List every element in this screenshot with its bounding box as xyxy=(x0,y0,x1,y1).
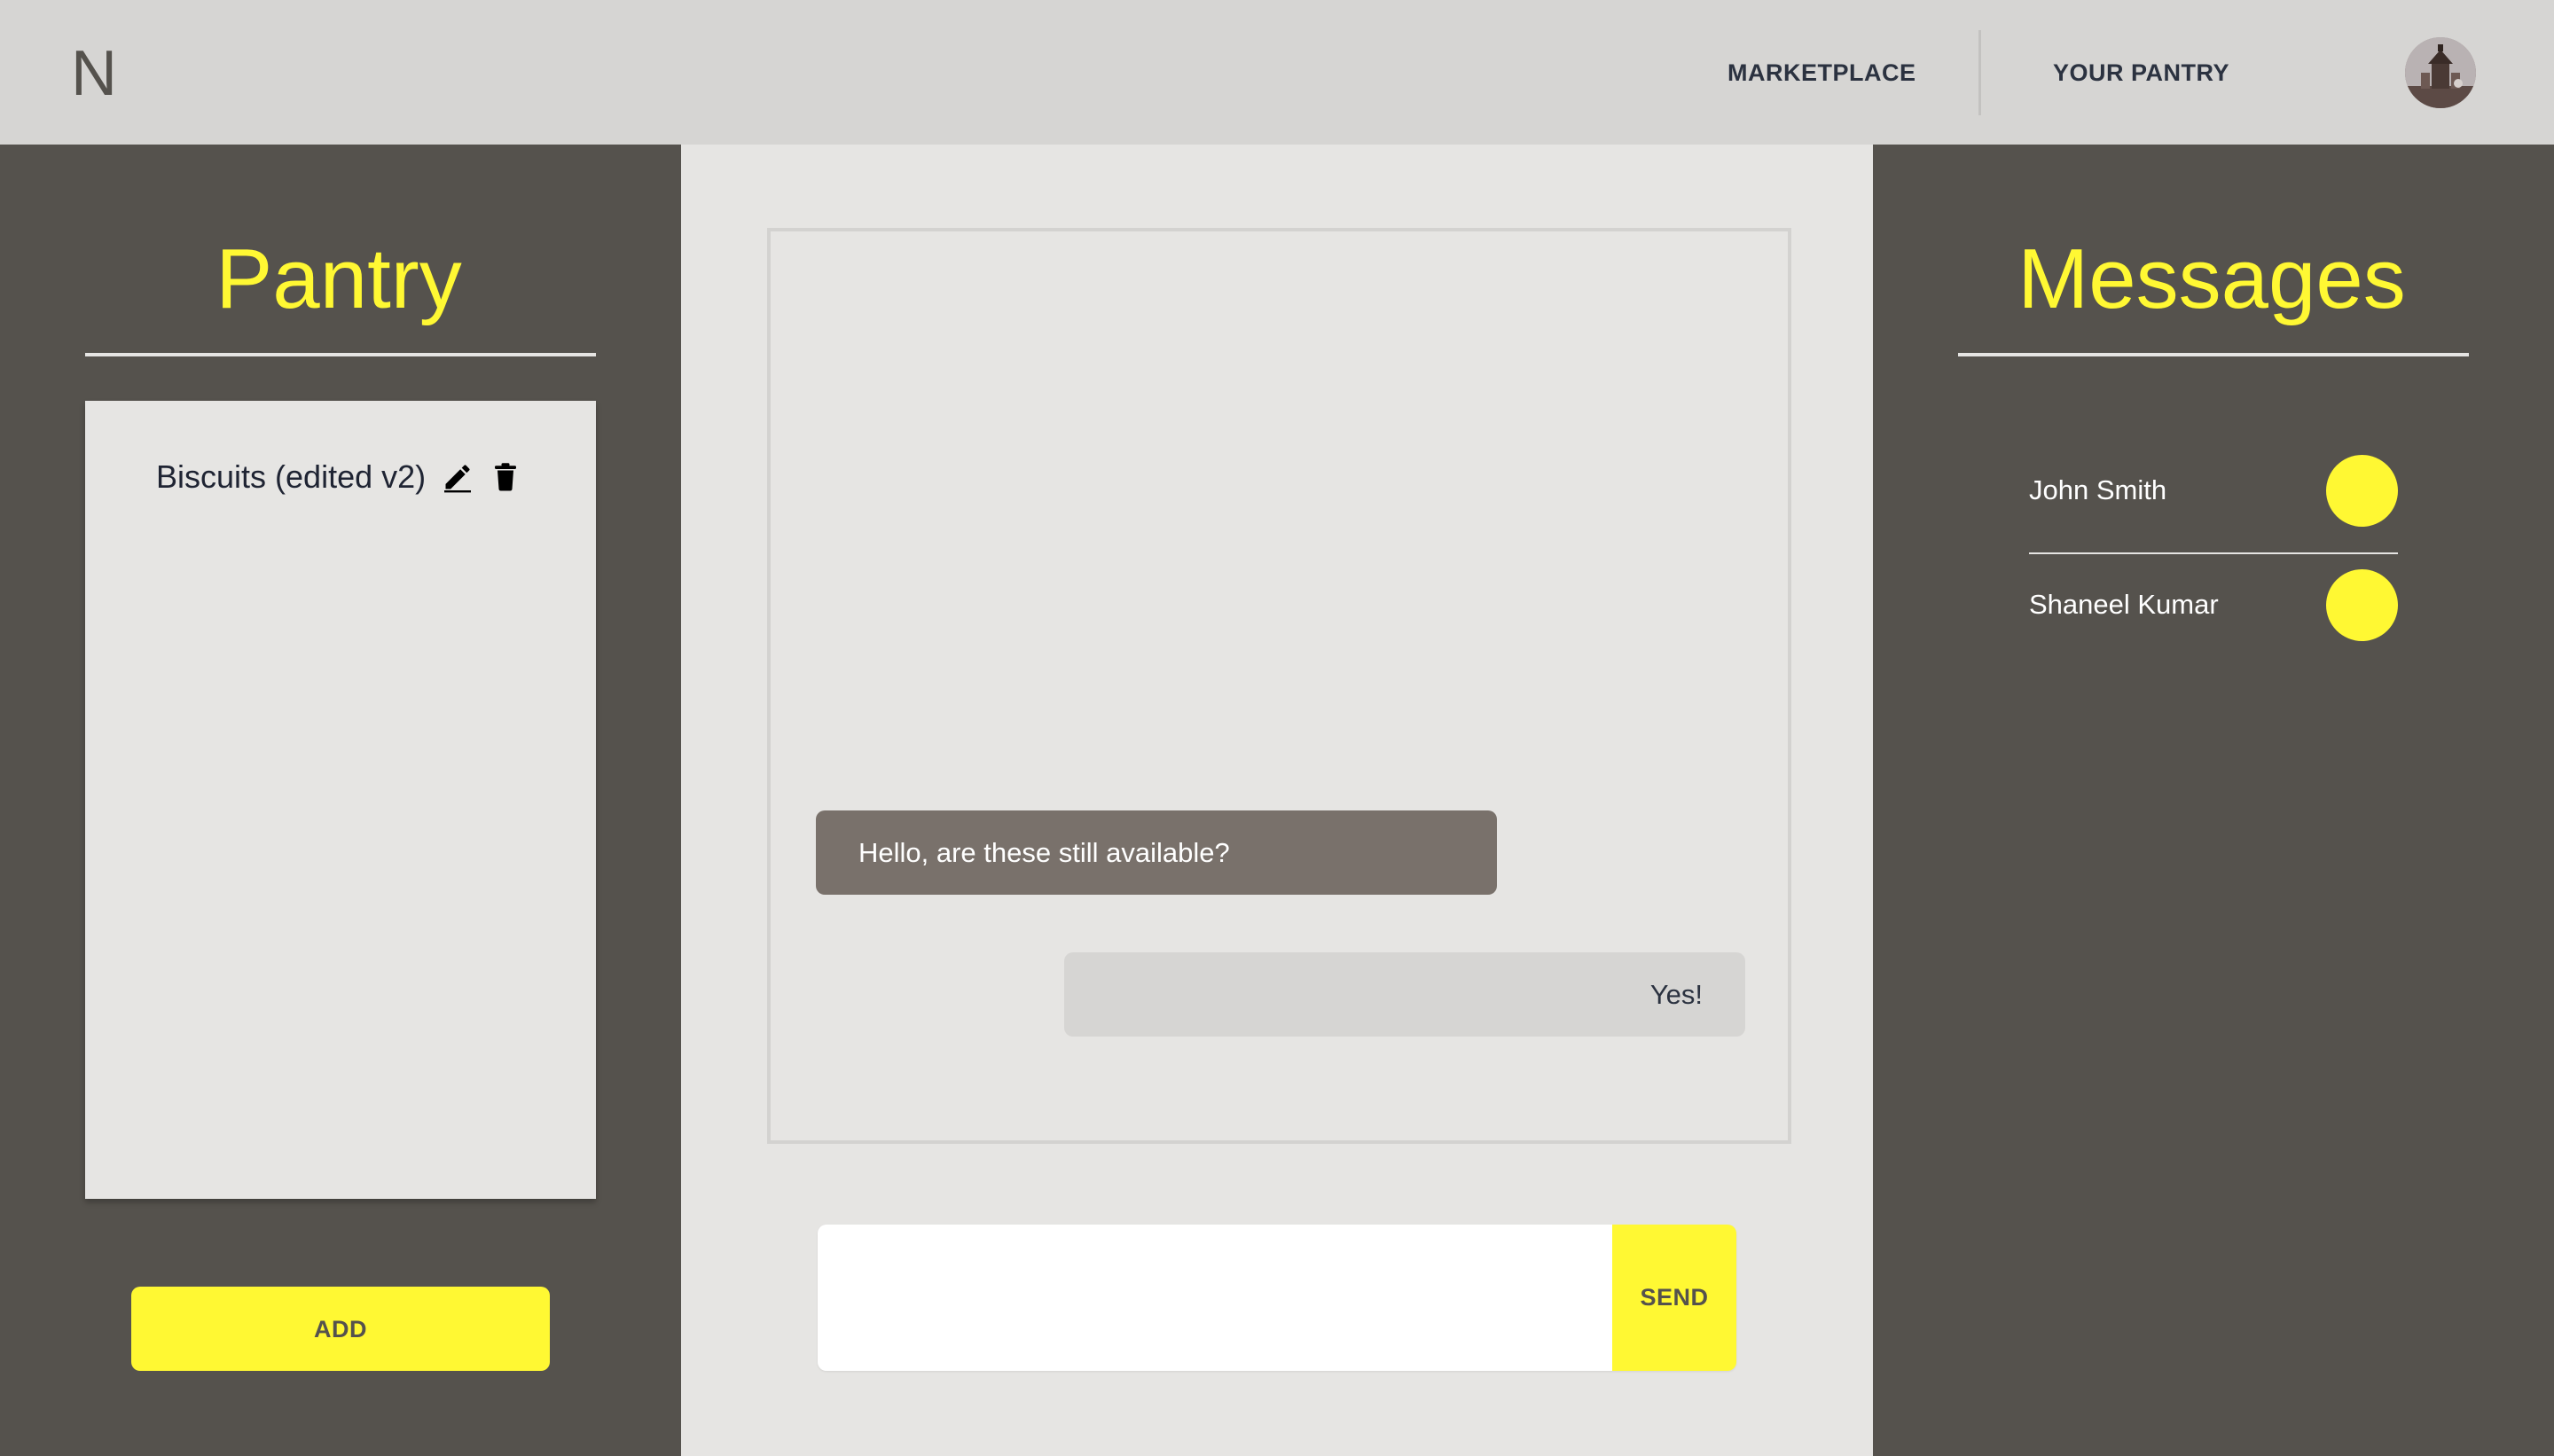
send-button[interactable]: SEND xyxy=(1612,1225,1736,1371)
contact-status-dot xyxy=(2326,455,2398,527)
user-avatar[interactable] xyxy=(2405,37,2476,108)
pantry-title: Pantry xyxy=(215,231,462,326)
avatar-photo-icon xyxy=(2405,37,2476,108)
nav-your-pantry-link[interactable]: YOUR PANTRY xyxy=(2053,55,2229,90)
message-input[interactable] xyxy=(818,1225,1612,1371)
contact-name: John Smith xyxy=(2029,474,2167,505)
message-composer: SEND xyxy=(818,1225,1736,1371)
contact-status-dot xyxy=(2326,569,2398,641)
pantry-item-name: Biscuits (edited v2) xyxy=(156,458,427,495)
conversation-list: John Smith Shaneel Kumar xyxy=(2029,437,2398,669)
app-logo[interactable]: N xyxy=(71,34,117,114)
outgoing-message: Yes! xyxy=(1064,952,1745,1037)
conversation-item[interactable]: Shaneel Kumar xyxy=(2029,554,2398,669)
messages-title-divider xyxy=(1958,353,2469,356)
pantry-list: Biscuits (edited v2) xyxy=(85,401,596,1199)
conversation-item[interactable]: John Smith xyxy=(2029,437,2398,554)
chat-window: Hello, are these still available? Yes! xyxy=(767,228,1791,1144)
top-header: N MARKETPLACE YOUR PANTRY xyxy=(0,0,2554,145)
incoming-message: Hello, are these still available? xyxy=(816,810,1497,895)
trash-icon[interactable] xyxy=(490,461,521,493)
pencil-icon[interactable] xyxy=(442,461,474,493)
messages-panel: Messages John Smith Shaneel Kumar xyxy=(1873,145,2554,1456)
contact-name: Shaneel Kumar xyxy=(2029,589,2219,620)
nav-marketplace-link[interactable]: MARKETPLACE xyxy=(1727,55,1916,90)
pantry-item: Biscuits (edited v2) xyxy=(156,450,521,504)
nav-divider xyxy=(1978,30,1981,115)
add-item-button[interactable]: ADD xyxy=(131,1287,550,1371)
pantry-title-divider xyxy=(85,353,596,356)
messages-title: Messages xyxy=(2017,231,2406,326)
pantry-panel: Pantry Biscuits (edited v2) ADD xyxy=(0,145,681,1456)
